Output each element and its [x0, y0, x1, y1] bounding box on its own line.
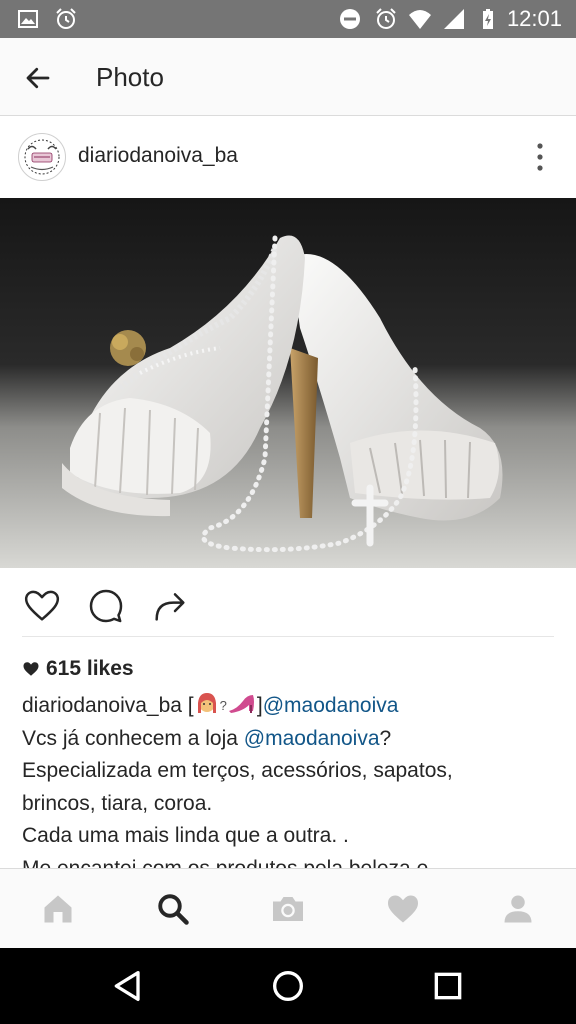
- alarm-icon: [376, 8, 396, 29]
- wifi-icon: [409, 10, 431, 29]
- caption-text: Vcs já conhecem a loja: [22, 726, 244, 750]
- tab-activity[interactable]: [345, 869, 460, 949]
- wedding-shoes-photo: [0, 198, 576, 568]
- back-arrow-icon: [26, 67, 50, 89]
- app-bar: Photo: [0, 38, 576, 116]
- tab-home[interactable]: [0, 869, 115, 949]
- heart-icon: [24, 590, 60, 621]
- triangle-back-icon: [114, 971, 140, 1001]
- caption-line: diariodanoiva_ba [ ? ]@maodanoiva: [22, 690, 554, 723]
- search-icon: [157, 894, 189, 925]
- status-time: 12:01: [506, 6, 562, 31]
- tab-search[interactable]: [115, 869, 230, 949]
- mention-link[interactable]: @maodanoiva: [244, 727, 380, 750]
- post-username[interactable]: diariodanoiva_ba: [78, 143, 238, 169]
- nav-recents-button[interactable]: [428, 966, 468, 1006]
- heart-filled-icon: [23, 662, 39, 676]
- nav-back-button[interactable]: [108, 966, 148, 1006]
- post-photo[interactable]: [0, 198, 576, 568]
- likes-label: 615 likes: [46, 657, 134, 680]
- status-bar: 12:01: [0, 0, 576, 38]
- caption-placeholder-glyph: ?: [219, 698, 227, 713]
- likes-count[interactable]: 615 likes: [22, 656, 134, 682]
- avatar[interactable]: [18, 133, 66, 181]
- nav-home-button[interactable]: [268, 966, 308, 1006]
- like-button[interactable]: [22, 586, 62, 626]
- caption-line: Vcs já conhecem a loja @maodanoiva?: [22, 723, 554, 756]
- tab-profile[interactable]: [460, 869, 575, 949]
- do-not-disturb-icon: [340, 9, 360, 29]
- caption-line: Especializada em terços, acessórios, sap…: [22, 759, 453, 782]
- image-icon: [18, 10, 38, 28]
- profile-icon: [504, 895, 531, 923]
- more-vertical-icon: [537, 143, 543, 171]
- mention-link[interactable]: @maodanoiva: [263, 694, 399, 717]
- share-icon: [155, 593, 185, 621]
- signal-icon: [444, 9, 464, 29]
- page-title: Photo: [96, 62, 164, 92]
- comment-button[interactable]: [86, 586, 126, 626]
- system-nav-bar: [0, 948, 576, 1024]
- battery-icon: [483, 9, 493, 29]
- post-header: diariodanoiva_ba: [0, 117, 576, 197]
- circle-home-icon: [273, 971, 303, 1001]
- share-button[interactable]: [150, 586, 190, 626]
- back-button[interactable]: [14, 58, 62, 98]
- caption-line: Cada uma mais linda que a outra. .: [22, 824, 349, 847]
- home-icon: [44, 895, 71, 923]
- caption-line: brincos, tiara, coroa.: [22, 791, 213, 815]
- square-recents-icon: [434, 972, 462, 1000]
- high-heel-emoji-icon: [228, 695, 254, 713]
- bride-emoji-icon: [197, 693, 216, 713]
- post-actions: [0, 568, 576, 638]
- bottom-tab-bar: [0, 868, 576, 948]
- alarm-icon: [56, 8, 76, 29]
- brand-logo-icon: [21, 136, 63, 178]
- divider: [22, 636, 554, 637]
- caption-username[interactable]: diariodanoiva_ba: [22, 694, 182, 717]
- caption-open-bracket: [: [181, 694, 194, 717]
- caption-text: ?: [379, 726, 392, 750]
- tab-camera[interactable]: [230, 869, 345, 949]
- camera-icon: [272, 897, 303, 921]
- more-options-button[interactable]: [526, 139, 554, 175]
- comment-icon: [89, 589, 123, 623]
- activity-heart-icon: [387, 895, 418, 923]
- post-caption: diariodanoiva_ba [ ? ]@maodanoiva Vcs já…: [22, 690, 554, 885]
